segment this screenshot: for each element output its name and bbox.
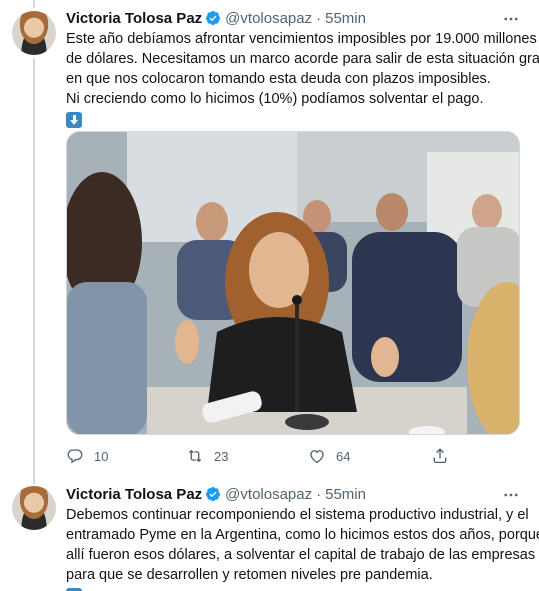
verified-badge-icon	[206, 487, 221, 502]
tweet-text-line: allí fueron esos dólares, a solventar el…	[66, 547, 536, 563]
thread-line	[33, 58, 35, 484]
more-options-icon[interactable]	[501, 9, 521, 29]
tweet[interactable]: Victoria Tolosa Paz @vtolosapaz · 55min …	[0, 476, 539, 591]
timestamp[interactable]: 55min	[325, 10, 366, 27]
photo-illustration	[67, 132, 519, 434]
separator: ·	[316, 9, 322, 27]
tweet-text-line: Ni creciendo como lo hicimos (10%) podía…	[66, 91, 484, 107]
reply-icon	[67, 449, 83, 464]
tweet-text-line: en que nos colocaron tomando esta deuda …	[66, 71, 491, 87]
separator: ·	[316, 485, 322, 503]
tweet-text: Este año debíamos afrontar vencimientos …	[66, 29, 539, 129]
tweet-text: Debemos continuar recomponiendo el siste…	[66, 505, 539, 591]
share-button[interactable]	[431, 447, 459, 465]
author-name[interactable]: Victoria Tolosa Paz	[66, 10, 202, 27]
more-options-icon[interactable]	[501, 485, 521, 505]
like-button[interactable]: 64	[308, 447, 350, 465]
tweet-text-line: Este año debíamos afrontar vencimientos …	[66, 31, 537, 47]
author-name[interactable]: Victoria Tolosa Paz	[66, 486, 202, 503]
tweet-header: Victoria Tolosa Paz @vtolosapaz · 55min	[66, 8, 366, 28]
tweet-text-line: de dólares. Necesitamos un marco acorde …	[66, 51, 539, 67]
retweet-icon	[188, 449, 202, 463]
avatar[interactable]	[12, 11, 56, 55]
tweet-actions: 10 23 64	[66, 446, 486, 466]
retweet-count: 23	[214, 448, 229, 464]
avatar[interactable]	[12, 486, 56, 530]
tweet-text-line: para que se desarrollen y retomen nivele…	[66, 567, 433, 583]
author-handle[interactable]: @vtolosapaz	[225, 486, 312, 503]
tweet[interactable]: Victoria Tolosa Paz @vtolosapaz · 55min …	[0, 0, 539, 484]
tweet-text-line: entramado Pyme en la Argentina, como lo …	[66, 527, 539, 543]
tweet-header: Victoria Tolosa Paz @vtolosapaz · 55min	[66, 484, 366, 504]
verified-badge-icon	[206, 11, 221, 26]
reply-button[interactable]: 10	[66, 447, 108, 465]
timestamp[interactable]: 55min	[325, 486, 366, 503]
down-arrow-emoji-icon	[66, 112, 82, 129]
tweet-photo[interactable]	[66, 131, 520, 435]
tweet-text-line: Debemos continuar recomponiendo el siste…	[66, 507, 529, 523]
thread-connector	[33, 476, 35, 484]
share-icon	[433, 448, 447, 464]
retweet-button[interactable]: 23	[186, 447, 228, 465]
like-icon	[310, 450, 324, 464]
author-handle[interactable]: @vtolosapaz	[225, 10, 312, 27]
reply-count: 10	[94, 448, 109, 464]
like-count: 64	[336, 448, 351, 464]
thread-connector	[33, 0, 35, 8]
